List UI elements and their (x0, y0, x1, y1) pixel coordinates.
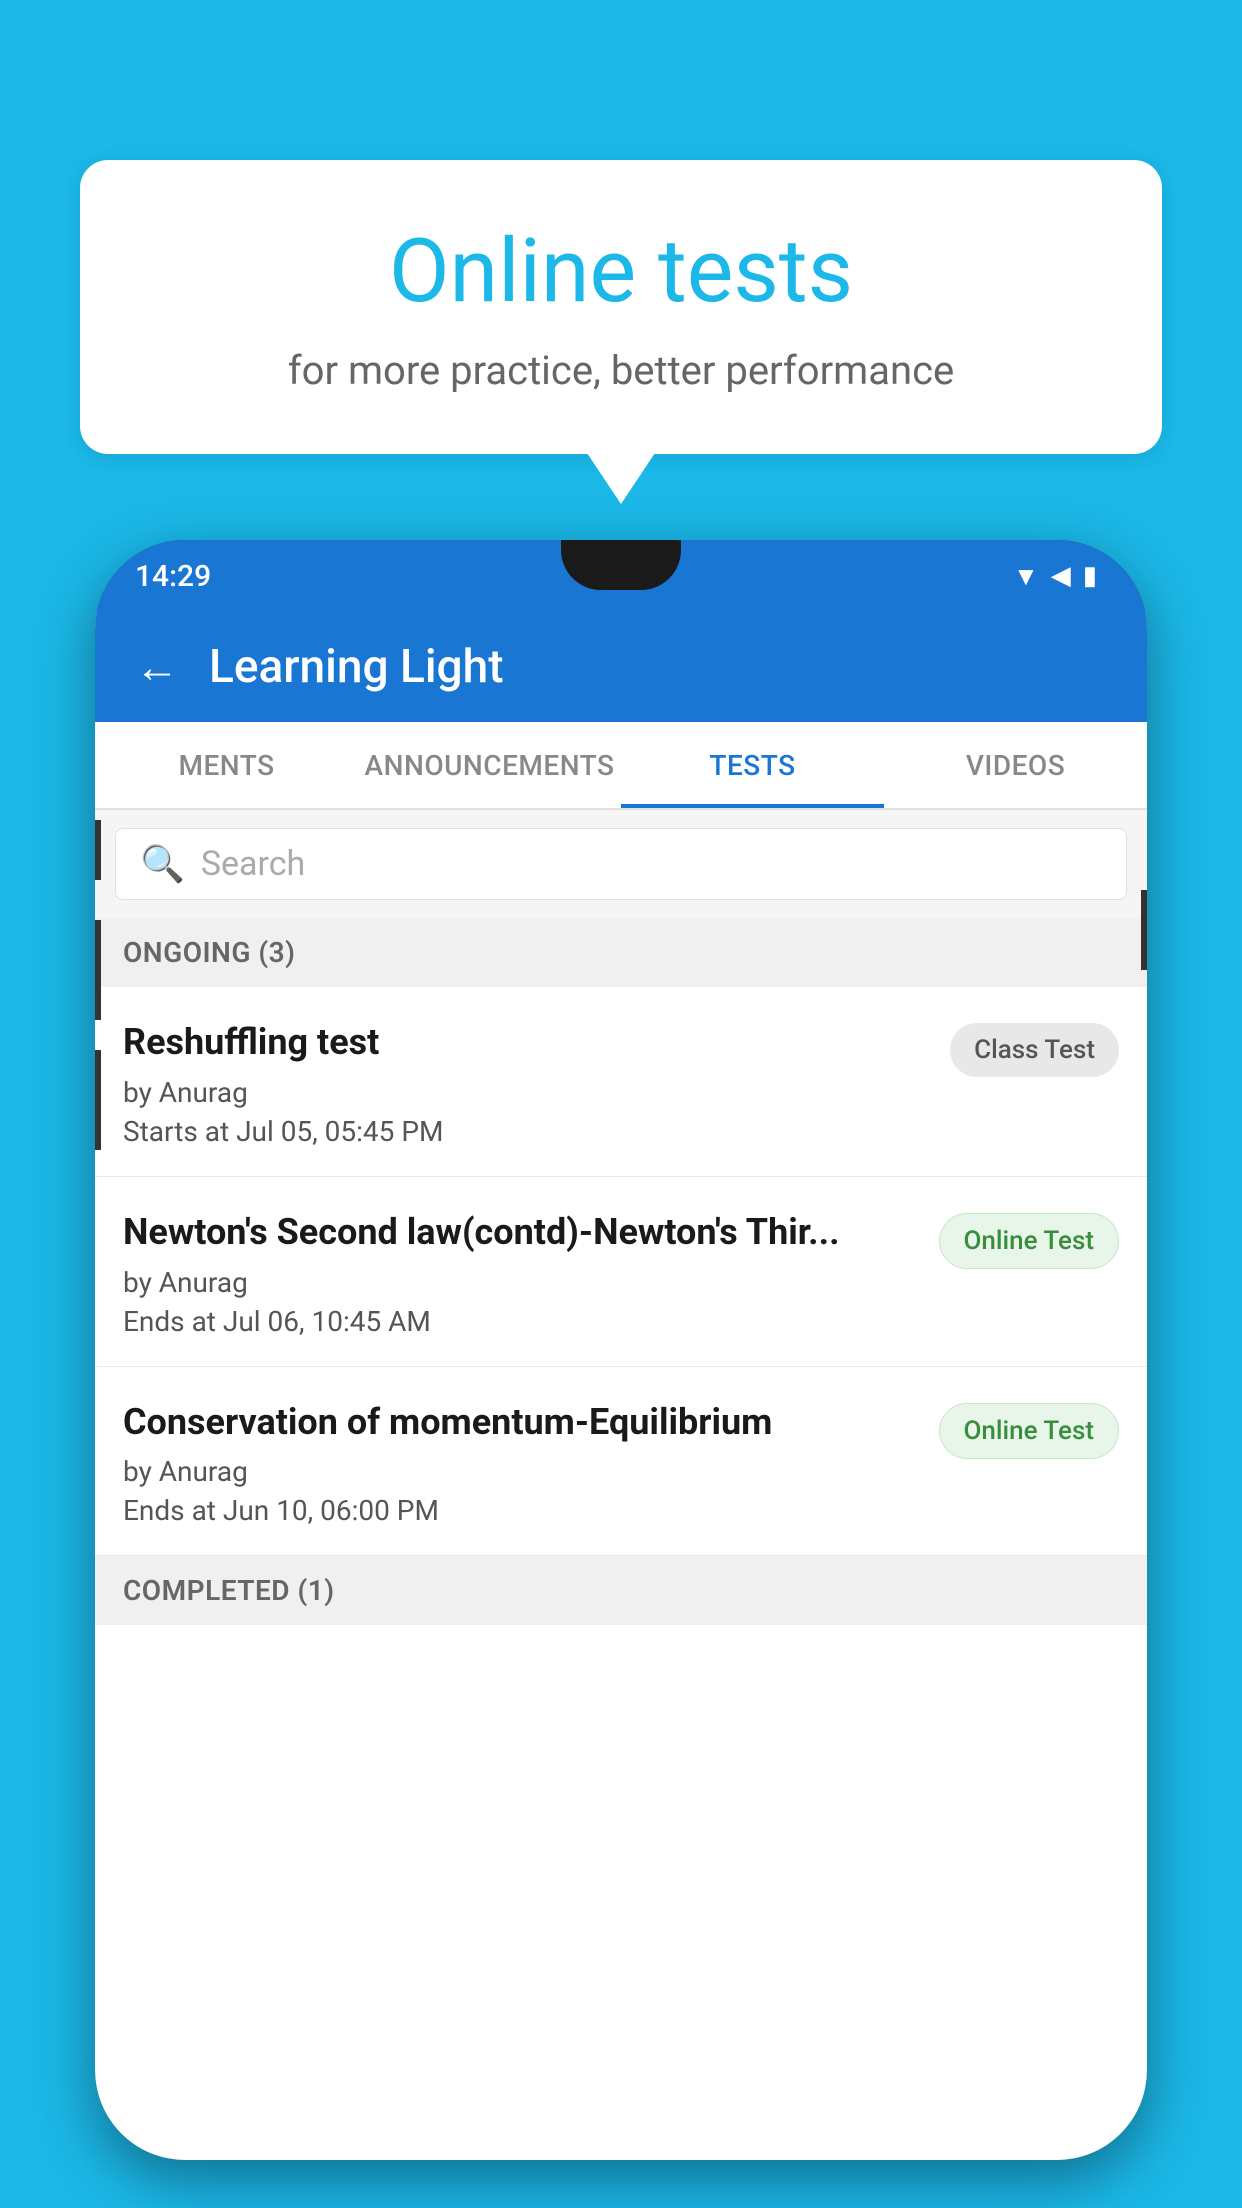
search-container: 🔍 Search (95, 810, 1147, 918)
phone-screen: ← Learning Light MENTS ANNOUNCEMENTS TES… (95, 612, 1147, 2160)
test-item-newtons[interactable]: Newton's Second law(contd)-Newton's Thir… (95, 1177, 1147, 1367)
power-button (1141, 890, 1147, 970)
test-author-conservation: by Anurag (123, 1455, 919, 1488)
test-badge-newtons: Online Test (939, 1213, 1120, 1269)
bubble-title: Online tests (160, 220, 1082, 323)
test-date-reshuffling: Starts at Jul 05, 05:45 PM (123, 1115, 930, 1148)
test-item-conservation[interactable]: Conservation of momentum-Equilibrium by … (95, 1367, 1147, 1557)
test-badge-reshuffling: Class Test (950, 1023, 1119, 1077)
back-button[interactable]: ← (135, 641, 179, 693)
status-time: 14:29 (135, 559, 211, 594)
search-icon: 🔍 (140, 843, 185, 885)
tab-announcements[interactable]: ANNOUNCEMENTS (358, 722, 621, 808)
wifi-icon: ▼ (1013, 561, 1039, 592)
test-name-reshuffling: Reshuffling test (123, 1019, 930, 1066)
status-icons: ▼ ◀ ▮ (1013, 561, 1097, 592)
search-bar[interactable]: 🔍 Search (115, 828, 1127, 900)
signal-icon: ◀ (1051, 561, 1071, 591)
test-author-reshuffling: by Anurag (123, 1076, 930, 1109)
test-author-newtons: by Anurag (123, 1266, 919, 1299)
speech-bubble-container: Online tests for more practice, better p… (80, 160, 1162, 454)
app-title: Learning Light (209, 640, 504, 694)
test-item-reshuffling[interactable]: Reshuffling test by Anurag Starts at Jul… (95, 987, 1147, 1177)
search-placeholder: Search (201, 844, 305, 884)
silent-button (95, 1050, 101, 1150)
volume-up-button (95, 820, 101, 880)
tab-tests[interactable]: TESTS (621, 722, 884, 808)
phone-frame: 14:29 ▼ ◀ ▮ ← Learning Light MENTS ANNOU… (95, 540, 1147, 2160)
test-name-newtons: Newton's Second law(contd)-Newton's Thir… (123, 1209, 919, 1256)
test-date-newtons: Ends at Jul 06, 10:45 AM (123, 1305, 919, 1338)
test-date-conservation: Ends at Jun 10, 06:00 PM (123, 1494, 919, 1527)
test-badge-conservation: Online Test (939, 1403, 1120, 1459)
battery-icon: ▮ (1083, 561, 1097, 591)
test-info-reshuffling: Reshuffling test by Anurag Starts at Jul… (123, 1019, 950, 1148)
bubble-subtitle: for more practice, better performance (160, 347, 1082, 394)
tab-bar: MENTS ANNOUNCEMENTS TESTS VIDEOS (95, 722, 1147, 810)
test-info-newtons: Newton's Second law(contd)-Newton's Thir… (123, 1209, 939, 1338)
test-info-conservation: Conservation of momentum-Equilibrium by … (123, 1399, 939, 1528)
phone-notch (561, 540, 681, 590)
phone-container: 14:29 ▼ ◀ ▮ ← Learning Light MENTS ANNOU… (95, 540, 1147, 2208)
ongoing-section-header: ONGOING (3) (95, 918, 1147, 987)
tab-ments[interactable]: MENTS (95, 722, 358, 808)
volume-down-button (95, 920, 101, 1020)
speech-bubble: Online tests for more practice, better p… (80, 160, 1162, 454)
completed-section-header: COMPLETED (1) (95, 1556, 1147, 1625)
test-name-conservation: Conservation of momentum-Equilibrium (123, 1399, 919, 1446)
app-bar: ← Learning Light (95, 612, 1147, 722)
tab-videos[interactable]: VIDEOS (884, 722, 1147, 808)
